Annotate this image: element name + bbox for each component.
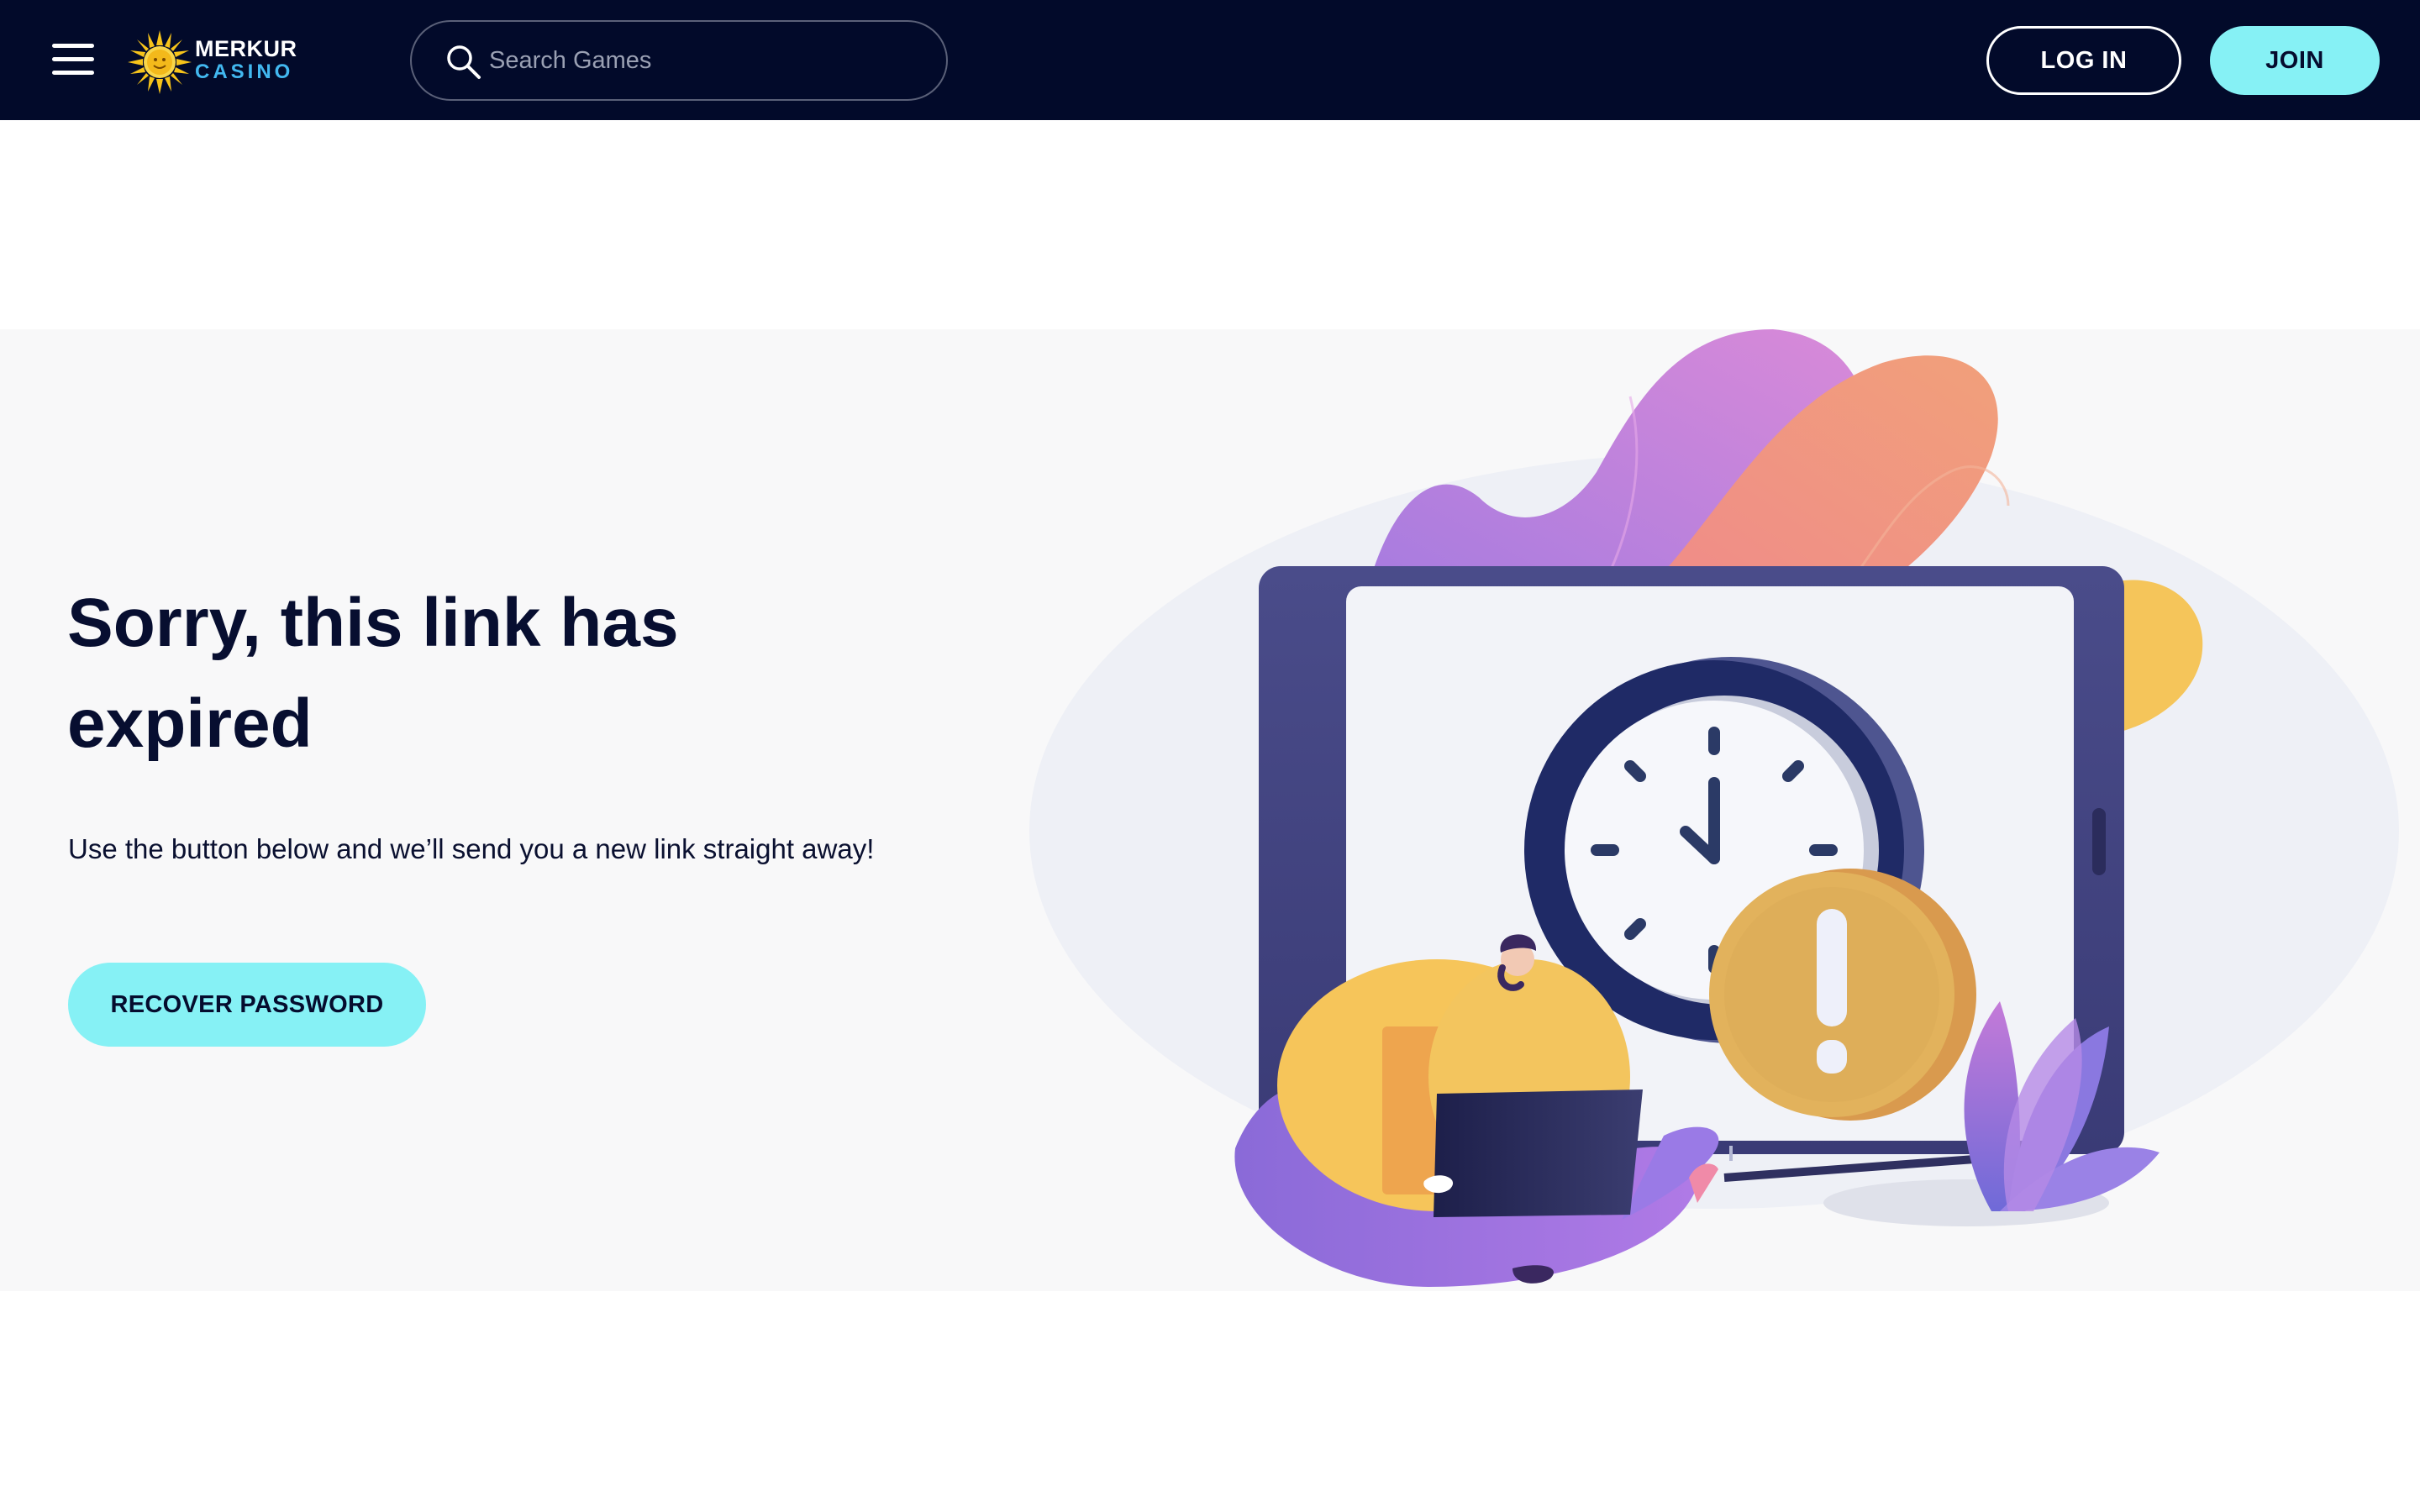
- search-icon: [447, 45, 481, 79]
- merkur-casino-logo[interactable]: MERKUR CASINO: [128, 29, 297, 94]
- sun-icon: [128, 30, 192, 94]
- logo-text-casino: CASINO: [195, 60, 294, 83]
- join-button[interactable]: JOIN: [2210, 26, 2380, 95]
- page-description: Use the button below and we’ll send you …: [68, 833, 875, 864]
- search-input[interactable]: [487, 40, 908, 81]
- search-box[interactable]: [410, 20, 948, 101]
- expired-clock-illustration: [1029, 329, 2399, 1287]
- link-expired-section: Sorry, this link has expired Use the but…: [0, 329, 2420, 1291]
- login-button[interactable]: LOG IN: [1986, 26, 2181, 95]
- hamburger-menu-icon[interactable]: [52, 42, 94, 77]
- recover-password-button[interactable]: RECOVER PASSWORD: [68, 963, 426, 1047]
- page-title: Sorry, this link has expired: [67, 585, 679, 762]
- logo-text-merkur: MERKUR: [195, 36, 297, 61]
- top-navigation-bar: MERKUR CASINO LOG IN JOIN: [0, 0, 2420, 120]
